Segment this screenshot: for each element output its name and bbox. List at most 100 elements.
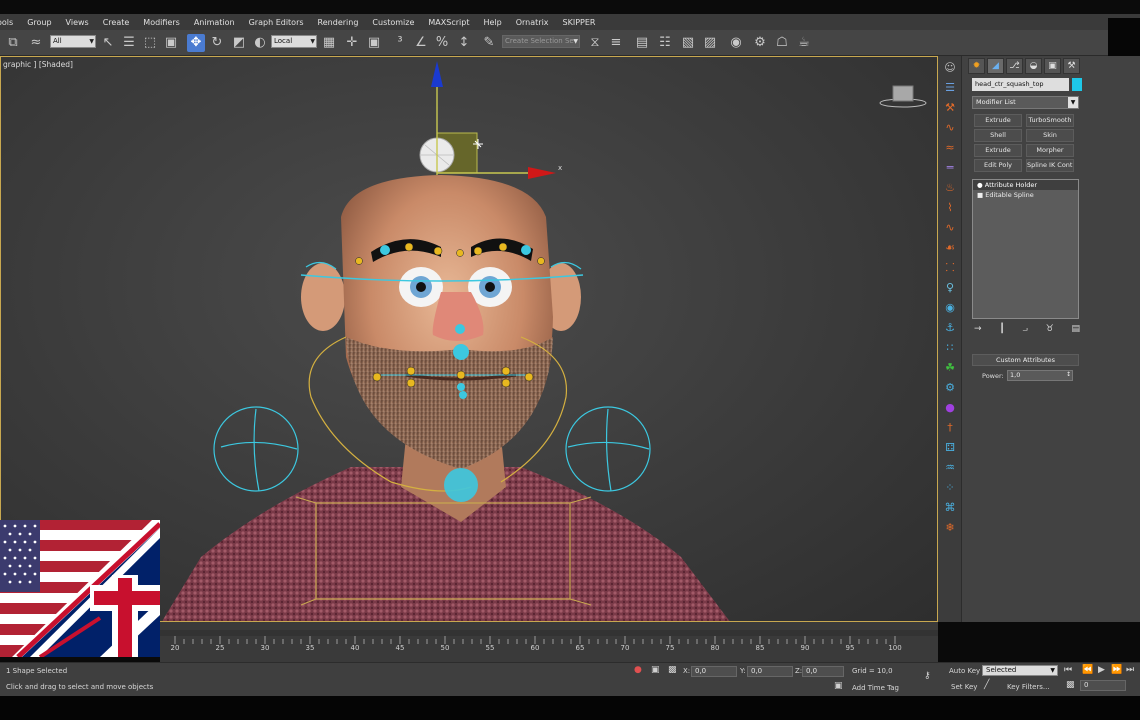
set-keys-icon[interactable]: ╱ bbox=[984, 680, 989, 690]
key-filters-button[interactable]: Key Filters... bbox=[1007, 683, 1050, 691]
curve-tool-icon[interactable]: ∿ bbox=[942, 120, 958, 136]
spline-ik-control-button[interactable]: Spline IK Control bbox=[1026, 159, 1074, 172]
play-icon[interactable]: ▶ bbox=[1098, 665, 1105, 675]
menu-create[interactable]: Create bbox=[96, 18, 137, 27]
flame-tool-icon[interactable]: ❄ bbox=[942, 520, 958, 536]
pin-stack-icon[interactable]: → bbox=[974, 324, 982, 338]
snaps-toggle-icon[interactable]: ³ bbox=[391, 34, 409, 52]
mirror-icon[interactable]: ⧖ bbox=[586, 34, 604, 52]
create-tab-icon[interactable]: ✹ bbox=[968, 58, 985, 74]
set-key-button[interactable]: Set Key bbox=[951, 683, 977, 691]
utilities-tab-icon[interactable]: ⚒ bbox=[1063, 58, 1080, 74]
render-setup-icon[interactable]: ⚙ bbox=[751, 34, 769, 52]
x-coordinate-field[interactable]: 0,0 bbox=[691, 666, 737, 677]
menu-skipper[interactable]: SKIPPER bbox=[556, 18, 603, 27]
power-spinner[interactable]: 1,0 ↕ bbox=[1007, 370, 1073, 381]
move-manipulate-icon[interactable]: ✛ bbox=[343, 34, 361, 52]
twist-tool-icon[interactable]: ☙ bbox=[942, 240, 958, 256]
place-object-icon[interactable]: ◐ bbox=[251, 34, 269, 52]
keyboard-shortcut-override-icon[interactable]: ▣ bbox=[365, 34, 383, 52]
spring-tool-icon[interactable]: ≈ bbox=[942, 140, 958, 156]
turbosmooth-button[interactable]: TurboSmooth bbox=[1026, 114, 1074, 127]
sphere-tool-icon[interactable]: ● bbox=[942, 400, 958, 416]
material-editor-icon[interactable]: ◉ bbox=[727, 34, 745, 52]
bone-tool-icon[interactable]: ⚒ bbox=[942, 100, 958, 116]
rendered-frame-window-icon[interactable]: ☖ bbox=[773, 34, 791, 52]
key-mode-toggle-icon[interactable]: ▩ bbox=[1066, 680, 1075, 690]
display-tab-icon[interactable]: ▣ bbox=[1044, 58, 1061, 74]
menu-rendering[interactable]: Rendering bbox=[311, 18, 366, 27]
pin-tool-icon[interactable]: ⚓ bbox=[942, 320, 958, 336]
schematic-view-icon[interactable]: ▨ bbox=[701, 34, 719, 52]
window-crossing-icon[interactable]: ▣ bbox=[162, 34, 180, 52]
isolate-selection-icon[interactable]: ● bbox=[634, 665, 642, 675]
modifier-stack[interactable]: ● Attribute Holder ■ Editable Spline bbox=[972, 179, 1079, 319]
show-end-result-icon[interactable]: ┃ bbox=[999, 324, 1004, 338]
menu-views[interactable]: Views bbox=[59, 18, 96, 27]
track-bar[interactable]: 20 25 30 35 40 45 50 55 60 65 70 75 80 85 90 95 100 bbox=[160, 622, 938, 662]
scene-explorer-icon[interactable]: ☷ bbox=[656, 34, 674, 52]
bind-spacewarp-icon[interactable]: ≈ bbox=[27, 34, 45, 52]
select-by-name-icon[interactable]: ☰ bbox=[120, 34, 138, 52]
time-tag-icon[interactable]: ▣ bbox=[834, 681, 843, 691]
eye-tool-icon[interactable]: ◉ bbox=[942, 300, 958, 316]
modify-tab-icon[interactable]: ◢ bbox=[987, 58, 1004, 74]
extrude-button-2[interactable]: Extrude bbox=[974, 144, 1022, 157]
morpher-button[interactable]: Morpher bbox=[1026, 144, 1074, 157]
menu-modifiers[interactable]: Modifiers bbox=[136, 18, 187, 27]
selection-filter-dropdown[interactable]: All ▼ bbox=[50, 35, 96, 48]
modifier-list-dropdown[interactable]: Modifier List ▼ bbox=[972, 96, 1079, 109]
menu-group[interactable]: Group bbox=[20, 18, 58, 27]
cluster-tool-icon[interactable]: ⁘ bbox=[942, 480, 958, 496]
layer-manager-icon[interactable]: ▤ bbox=[633, 34, 651, 52]
person-tool-icon[interactable]: ♀ bbox=[942, 280, 958, 296]
fire-tool-icon[interactable]: ♨ bbox=[942, 180, 958, 196]
menu-tools[interactable]: ools bbox=[0, 18, 20, 27]
dots-tool-icon[interactable]: ∷ bbox=[942, 340, 958, 356]
pivot-center-icon[interactable]: ▦ bbox=[320, 34, 338, 52]
selection-region-icon[interactable]: ⬚ bbox=[141, 34, 159, 52]
braid-tool-icon[interactable]: ⸬ bbox=[942, 260, 958, 276]
extrude-button[interactable]: Extrude bbox=[974, 114, 1022, 127]
hair-tool-icon[interactable]: ⌇ bbox=[942, 200, 958, 216]
viewcube-icon[interactable] bbox=[879, 83, 927, 109]
menu-customize[interactable]: Customize bbox=[365, 18, 421, 27]
key-mode-dropdown[interactable]: Selected ▼ bbox=[982, 665, 1058, 676]
reference-coordinate-dropdown[interactable]: Local ▼ bbox=[271, 35, 317, 48]
go-to-end-icon[interactable]: ⏭ bbox=[1126, 665, 1134, 675]
motion-tab-icon[interactable]: ◒ bbox=[1025, 58, 1042, 74]
next-frame-icon[interactable]: ⏩ bbox=[1111, 665, 1122, 675]
auto-key-button[interactable]: Auto Key bbox=[949, 667, 980, 675]
link-icon[interactable]: ⧉ bbox=[4, 34, 22, 52]
object-color-swatch[interactable] bbox=[1072, 78, 1082, 91]
add-time-tag-button[interactable]: Add Time Tag bbox=[852, 684, 899, 692]
select-and-move-icon[interactable]: ✥ bbox=[187, 34, 205, 52]
frog-tool-icon[interactable]: ☘ bbox=[942, 360, 958, 376]
percent-snap-icon[interactable]: % bbox=[433, 34, 451, 52]
curve-editor-icon[interactable]: ▧ bbox=[679, 34, 697, 52]
y-coordinate-field[interactable]: 0,0 bbox=[747, 666, 793, 677]
hook-tool-icon[interactable]: ⚃ bbox=[942, 440, 958, 456]
select-object-icon[interactable]: ↖ bbox=[99, 34, 117, 52]
menu-graph-editors[interactable]: Graph Editors bbox=[242, 18, 311, 27]
angle-snap-icon[interactable]: ∠ bbox=[412, 34, 430, 52]
torch-tool-icon[interactable]: † bbox=[942, 420, 958, 436]
make-unique-icon[interactable]: ⨼ bbox=[1023, 324, 1028, 338]
edit-named-selection-icon[interactable]: ✎ bbox=[480, 34, 498, 52]
character-icon[interactable]: ☺ bbox=[942, 60, 958, 76]
custom-attributes-rollout[interactable]: Custom Attributes bbox=[972, 354, 1079, 366]
strip-tool-icon[interactable]: ═ bbox=[942, 160, 958, 176]
named-selection-set-field[interactable]: Create Selection Se ▼ bbox=[502, 35, 580, 48]
shell-button[interactable]: Shell bbox=[974, 129, 1022, 142]
select-and-rotate-icon[interactable]: ↻ bbox=[208, 34, 226, 52]
gear-tool-icon[interactable]: ⚙ bbox=[942, 380, 958, 396]
selection-lock-icon[interactable]: ▣ bbox=[651, 665, 660, 675]
menu-ornatrix[interactable]: Ornatrix bbox=[509, 18, 556, 27]
render-production-icon[interactable]: ☕ bbox=[795, 34, 813, 52]
list-icon[interactable]: ☰ bbox=[942, 80, 958, 96]
skin-button[interactable]: Skin bbox=[1026, 129, 1074, 142]
node-tool-icon[interactable]: ⌘ bbox=[942, 500, 958, 516]
menu-animation[interactable]: Animation bbox=[187, 18, 242, 27]
spinner-snap-icon[interactable]: ↕ bbox=[455, 34, 473, 52]
edit-poly-button[interactable]: Edit Poly bbox=[974, 159, 1022, 172]
